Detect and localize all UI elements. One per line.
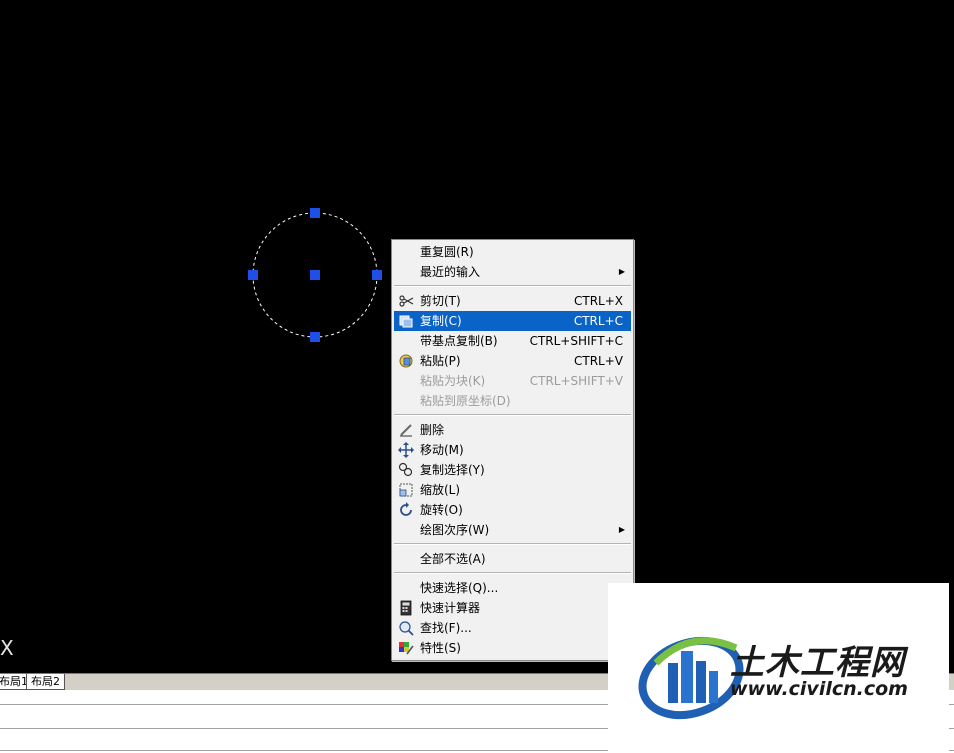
menu-item-label: 全部不选(A): [420, 552, 486, 566]
menu-item-label: 复制(C): [420, 314, 462, 328]
submenu-arrow-icon: ▶: [618, 267, 625, 276]
menu-item-recent-input[interactable]: 最近的输入 ▶: [394, 262, 631, 282]
menu-item-shortcut: CTRL+C: [573, 314, 623, 328]
menu-item-label: 快速计算器: [420, 601, 481, 615]
menu-item-rotate[interactable]: 旋转(O): [394, 500, 631, 520]
find-icon: [399, 621, 414, 636]
menu-item-label: 删除: [420, 423, 445, 437]
menu-item-deselect-all[interactable]: 全部不选(A): [394, 549, 631, 569]
menu-item-find[interactable]: 查找(F)...: [394, 618, 631, 638]
properties-icon: [399, 642, 414, 655]
menu-item-quick-calc[interactable]: 快速计算器: [394, 598, 631, 618]
menu-item-label: 查找(F)...: [420, 621, 472, 635]
menu-item-quick-select[interactable]: 快速选择(Q)...: [394, 578, 631, 598]
submenu-arrow-icon: ▶: [618, 525, 625, 534]
menu-item-label: 特性(S): [420, 641, 461, 655]
menu-item-draw-order[interactable]: 绘图次序(W) ▶: [394, 520, 631, 540]
menu-item-label: 重复圆(R): [420, 245, 474, 259]
menu-item-copy-selection[interactable]: 复制选择(Y): [394, 460, 631, 480]
menu-item-shortcut: CTRL+V: [574, 354, 623, 368]
menu-item-label: 粘贴为块(K): [420, 374, 486, 388]
menu-item-label: 剪切(T): [420, 294, 461, 308]
tab-layout2[interactable]: 布局2: [26, 674, 65, 690]
rotate-icon: [400, 502, 412, 516]
watermark-title: 土木工程网: [730, 643, 905, 683]
grip-left: [248, 270, 258, 280]
menu-item-label: 粘贴(P): [420, 354, 461, 368]
menu-item-copy[interactable]: 复制(C) CTRL+C: [394, 311, 631, 331]
watermark-url: www.civilcn.com: [730, 678, 908, 700]
menu-item-erase[interactable]: 删除: [394, 420, 631, 440]
menu-item-repeat-circle[interactable]: 重复圆(R): [394, 242, 631, 262]
menu-item-label: 旋转(O): [420, 503, 463, 517]
menu-item-shortcut: CTRL+SHIFT+C: [529, 334, 623, 348]
menu-item-shortcut: CTRL+SHIFT+V: [529, 374, 623, 388]
menu-item-paste-to-original[interactable]: 粘贴到原坐标(D): [394, 391, 631, 411]
menu-item-paste[interactable]: 粘贴(P) CTRL+V: [394, 351, 631, 371]
copy-selection-icon: [398, 462, 413, 477]
menu-item-label: 移动(M): [420, 443, 464, 457]
ucs-axis-x-label: X: [0, 636, 14, 660]
menu-item-label: 复制选择(Y): [420, 463, 485, 477]
menu-item-label: 最近的输入: [420, 265, 481, 279]
menu-item-properties[interactable]: 特性(S): [394, 638, 631, 658]
menu-item-label: 绘图次序(W): [420, 523, 490, 537]
menu-separator: [394, 285, 631, 287]
scissors-icon: [399, 295, 414, 307]
paste-icon: [399, 354, 413, 368]
move-icon: [398, 442, 414, 458]
menu-item-label: 粘贴到原坐标(D): [420, 394, 511, 408]
watermark: 土木工程网 www.civilcn.com: [608, 583, 949, 753]
menu-item-scale[interactable]: 缩放(L): [394, 480, 631, 500]
menu-separator: [394, 414, 631, 416]
menu-separator: [394, 572, 631, 574]
scale-icon: [399, 483, 413, 497]
grip-center: [310, 270, 320, 280]
grip-bottom: [310, 332, 320, 342]
context-menu: 重复圆(R) 最近的输入 ▶ 剪切(T) CTRL+X 复制(C) CTRL+C…: [391, 239, 634, 661]
menu-item-copy-with-base-point[interactable]: 带基点复制(B) CTRL+SHIFT+C: [394, 331, 631, 351]
menu-item-label: 带基点复制(B): [420, 334, 498, 348]
menu-item-shortcut: CTRL+X: [573, 294, 623, 308]
eraser-icon: [400, 424, 412, 437]
grip-top: [310, 208, 320, 218]
menu-item-cut[interactable]: 剪切(T) CTRL+X: [394, 291, 631, 311]
menu-separator: [394, 543, 631, 545]
menu-item-move[interactable]: 移动(M): [394, 440, 631, 460]
calculator-icon: [400, 600, 412, 616]
grip-right: [372, 270, 382, 280]
menu-item-label: 快速选择(Q)...: [420, 581, 499, 595]
menu-item-label: 缩放(L): [420, 483, 461, 497]
copy-icon: [399, 315, 413, 328]
menu-item-paste-as-block[interactable]: 粘贴为块(K) CTRL+SHIFT+V: [394, 371, 631, 391]
